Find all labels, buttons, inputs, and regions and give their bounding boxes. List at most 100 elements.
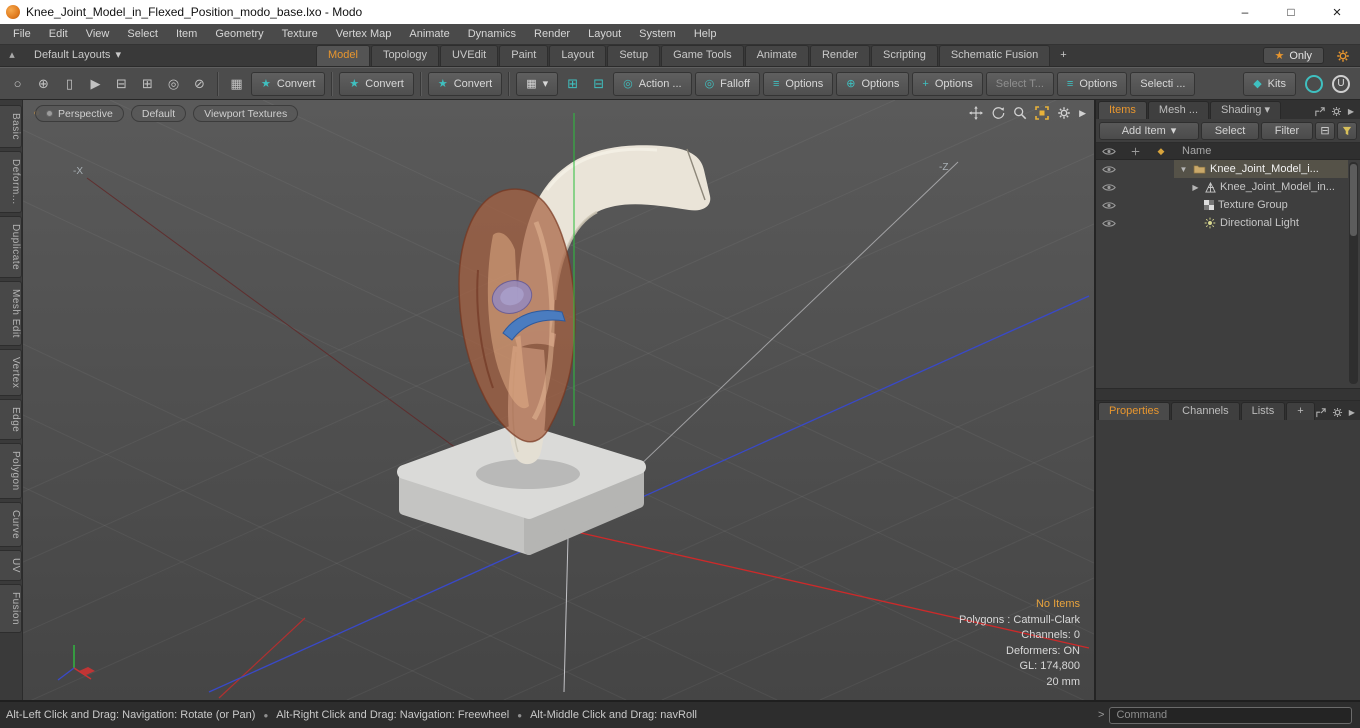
eye-icon[interactable] [1102, 201, 1116, 210]
tab-mesh-ops[interactable]: Mesh ... [1147, 101, 1210, 119]
eye-icon[interactable] [1102, 183, 1116, 192]
tab-layout[interactable]: Layout [549, 45, 607, 66]
tab-lists[interactable]: Lists [1240, 402, 1286, 420]
tab-shading[interactable]: Shading ▾ [1210, 101, 1281, 119]
menu-layout[interactable]: Layout [579, 24, 630, 44]
tree-row-mesh[interactable]: ▶ Knee_Joint_Model_in... [1096, 178, 1360, 196]
options-button-2[interactable]: ⊕ Options [836, 71, 910, 96]
menu-animate[interactable]: Animate [400, 24, 458, 44]
select-button[interactable]: Select [1201, 121, 1259, 140]
sidebar-tab-basic[interactable]: Basic [0, 105, 22, 148]
collapse-all-button[interactable]: ⊟ [1315, 121, 1335, 140]
menu-geometry[interactable]: Geometry [206, 24, 272, 44]
minimize-button[interactable]: – [1222, 0, 1268, 24]
action-center-button[interactable]: ◎ Action ... [613, 71, 692, 96]
maximize-button[interactable]: □ [1268, 0, 1314, 24]
convert-button-1[interactable]: ★ Convert [251, 71, 326, 96]
menu-vertex-map[interactable]: Vertex Map [327, 24, 401, 44]
popout-icon[interactable] [1316, 408, 1326, 418]
kits-button[interactable]: ◆ Kits [1243, 71, 1296, 96]
menu-view[interactable]: View [77, 24, 119, 44]
popout-icon[interactable] [1315, 107, 1325, 117]
add-layout-tab-button[interactable]: + [1051, 45, 1075, 66]
camera-view-button[interactable]: Perspective [35, 105, 124, 122]
shading-style-button[interactable]: Default [130, 105, 187, 122]
menu-select[interactable]: Select [118, 24, 167, 44]
select-through-button[interactable]: Select T... [985, 71, 1054, 96]
tree-row-group[interactable]: ▼ Knee_Joint_Model_i... [1096, 160, 1360, 178]
eye-icon[interactable] [1102, 219, 1116, 228]
viewport-arrow-icon[interactable]: ▶ [1079, 108, 1086, 119]
selection-button[interactable]: Selecti ... [1130, 71, 1196, 96]
maximize-viewport-icon[interactable] [1035, 106, 1049, 120]
sidebar-tab-fusion[interactable]: Fusion [0, 584, 22, 634]
tab-render[interactable]: Render [809, 45, 871, 66]
add-panel-tab-button[interactable]: + [1286, 402, 1315, 420]
tab-model[interactable]: Model [315, 45, 370, 66]
panel-arrow-icon[interactable]: ▶ [1349, 408, 1355, 417]
convert-button-3[interactable]: ★ Convert [427, 71, 503, 96]
mirror-tool-icon[interactable]: ⊟ [110, 73, 133, 95]
sidebar-tab-mesh-edit[interactable]: Mesh Edit [0, 280, 22, 346]
tab-animate[interactable]: Animate [744, 45, 809, 66]
tab-scripting[interactable]: Scripting [871, 45, 938, 66]
options-button-3[interactable]: + Options [912, 71, 983, 96]
ellipse-tool-icon[interactable]: ○ [6, 73, 29, 95]
tab-paint[interactable]: Paint [499, 45, 549, 66]
tree-scrollbar[interactable] [1349, 162, 1358, 384]
viewport-textures-button[interactable]: Viewport Textures [193, 105, 299, 122]
pan-icon[interactable] [969, 106, 983, 120]
falloff-button[interactable]: ◎ Falloff [694, 71, 760, 96]
tab-items[interactable]: Items [1098, 101, 1147, 119]
sidebar-tab-edge[interactable]: Edge [0, 399, 22, 441]
radial-tool-icon[interactable]: ◎ [162, 73, 185, 95]
menu-texture[interactable]: Texture [273, 24, 327, 44]
instance-tool-icon[interactable]: ⊞ [561, 73, 584, 95]
filter-funnel-button[interactable] [1337, 121, 1357, 140]
menu-help[interactable]: Help [685, 24, 726, 44]
3d-viewport[interactable]: -X -Z Perspective Default Viewport Textu… [23, 100, 1094, 700]
menu-edit[interactable]: Edit [40, 24, 77, 44]
layouts-home-icon[interactable]: ▴ [0, 45, 24, 66]
zoom-icon[interactable] [1013, 106, 1027, 120]
panel-gear-icon[interactable] [1331, 106, 1342, 117]
sync-status-icon[interactable] [1305, 74, 1323, 93]
panel-gear-icon[interactable] [1332, 407, 1343, 418]
tab-uvedit[interactable]: UVEdit [439, 45, 499, 66]
replicate-tool-icon[interactable]: ⊟ [587, 73, 610, 95]
tab-game-tools[interactable]: Game Tools [661, 45, 744, 66]
menu-render[interactable]: Render [525, 24, 579, 44]
tab-setup[interactable]: Setup [607, 45, 661, 66]
sphere-tool-icon[interactable]: ⊕ [32, 73, 55, 95]
menu-system[interactable]: System [630, 24, 685, 44]
tree-row-directional-light[interactable]: Directional Light [1096, 214, 1360, 232]
close-button[interactable]: × [1314, 0, 1360, 24]
expand-arrow-icon[interactable]: ▼ [1178, 165, 1189, 174]
menu-item[interactable]: Item [167, 24, 206, 44]
command-input[interactable] [1109, 706, 1352, 724]
orbit-icon[interactable] [991, 106, 1005, 120]
panel-arrow-icon[interactable]: ▶ [1348, 107, 1354, 116]
viewport-gear-icon[interactable] [1057, 106, 1071, 120]
only-button[interactable]: ★ Only [1262, 47, 1324, 64]
array-tool-icon[interactable]: ⊞ [136, 73, 159, 95]
tree-scrollbar-thumb[interactable] [1350, 164, 1357, 236]
tree-row-texture-group[interactable]: Texture Group [1096, 196, 1360, 214]
tab-schematic-fusion[interactable]: Schematic Fusion [938, 45, 1051, 66]
sidebar-tab-uv[interactable]: UV [0, 550, 22, 582]
cube-tool-icon[interactable]: ▦ [225, 73, 248, 95]
sidebar-tab-vertex[interactable]: Vertex [0, 348, 22, 397]
sidebar-tab-curve[interactable]: Curve [0, 502, 22, 548]
tab-channels[interactable]: Channels [1171, 402, 1240, 420]
options-button-1[interactable]: ≡ Options [762, 71, 834, 96]
menu-file[interactable]: File [4, 24, 40, 44]
expand-arrow-icon[interactable]: ▶ [1190, 183, 1201, 192]
viewport-canvas[interactable]: -X -Z [23, 100, 1094, 700]
slice-tool-icon[interactable]: ⊘ [188, 73, 211, 95]
eye-icon[interactable] [1102, 165, 1116, 174]
layouts-dropdown[interactable]: Default Layouts ▾ [24, 45, 131, 66]
primitive-dropdown[interactable]: ▦ ▾ [516, 71, 559, 96]
panel-splitter[interactable] [1096, 388, 1360, 401]
filter-button[interactable]: Filter [1261, 121, 1313, 140]
cursor-tool-icon[interactable]: ▶ [84, 73, 107, 95]
